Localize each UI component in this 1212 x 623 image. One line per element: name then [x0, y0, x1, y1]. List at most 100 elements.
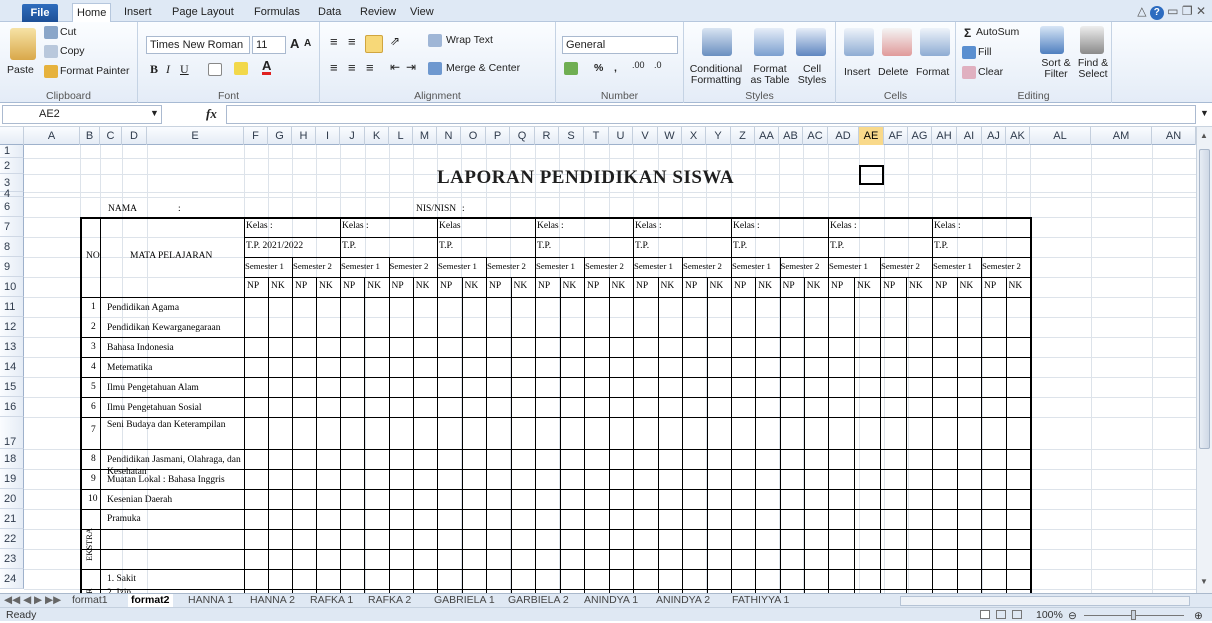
bold-icon[interactable]: B	[150, 62, 158, 77]
column-header-f[interactable]: F	[244, 127, 268, 145]
column-header-aj[interactable]: AJ	[982, 127, 1006, 145]
sheet-tab-anindya-2[interactable]: ANINDYA 2	[656, 594, 710, 608]
sheet-tab-format1[interactable]: format1	[72, 594, 108, 608]
column-header-d[interactable]: D	[122, 127, 147, 145]
zoom-level[interactable]: 100%	[1036, 608, 1063, 622]
sheet-tab-rafka-2[interactable]: RAFKA 2	[368, 594, 411, 608]
sheet-tab-format2[interactable]: format2	[128, 594, 173, 608]
row-header-24[interactable]: 24	[0, 569, 24, 589]
column-header-o[interactable]: O	[461, 127, 486, 145]
column-header-w[interactable]: W	[658, 127, 682, 145]
row-header-21[interactable]: 21	[0, 509, 24, 529]
find-select-button[interactable]: Find & Select	[1074, 58, 1112, 80]
zoom-slider-thumb[interactable]	[1131, 610, 1136, 620]
merge-icon[interactable]	[428, 62, 442, 75]
row-header-13[interactable]: 13	[0, 337, 24, 357]
font-size-select[interactable]: 11	[252, 36, 286, 54]
tab-insert[interactable]: Insert	[120, 3, 156, 22]
column-header-t[interactable]: T	[584, 127, 609, 145]
column-header-v[interactable]: V	[633, 127, 658, 145]
shrink-font-icon[interactable]: A	[304, 38, 311, 49]
column-header-q[interactable]: Q	[510, 127, 535, 145]
column-header-an[interactable]: AN	[1152, 127, 1196, 145]
row-header-11[interactable]: 11	[0, 297, 24, 317]
row-header-19[interactable]: 19	[0, 469, 24, 489]
column-header-n[interactable]: N	[437, 127, 461, 145]
sheet-nav-icons[interactable]: ◀◀ ◀ ▶ ▶▶	[4, 594, 61, 608]
decrease-decimal-icon[interactable]: .0	[654, 60, 662, 70]
format-cells-icon[interactable]	[920, 28, 950, 56]
align-bottom-icon[interactable]	[365, 35, 383, 53]
insert-button[interactable]: Insert	[844, 66, 870, 78]
select-all-corner[interactable]	[0, 127, 24, 145]
conditional-formatting-button[interactable]: Conditional Formatting	[686, 64, 746, 86]
row-header-7[interactable]: 7	[0, 217, 24, 237]
fill-icon[interactable]	[962, 46, 976, 59]
sheet-tab-anindya-1[interactable]: ANINDYA 1	[584, 594, 638, 608]
copy-button[interactable]: Copy	[60, 45, 85, 57]
row-header-1[interactable]: 1	[0, 145, 24, 158]
row-header-12[interactable]: 12	[0, 317, 24, 337]
column-header-af[interactable]: AF	[884, 127, 908, 145]
format-painter-button[interactable]: Format Painter	[60, 65, 129, 77]
outdent-icon[interactable]: ⇥	[406, 60, 416, 74]
borders-icon[interactable]	[208, 63, 222, 76]
orientation-icon[interactable]: ⇗	[390, 34, 400, 48]
row-header-2[interactable]: 2	[0, 158, 24, 174]
column-header-ad[interactable]: AD	[828, 127, 859, 145]
row-header-20[interactable]: 20	[0, 489, 24, 509]
italic-icon[interactable]: I	[166, 62, 170, 77]
cell-styles-icon[interactable]	[796, 28, 826, 56]
column-header-x[interactable]: X	[682, 127, 706, 145]
delete-cells-icon[interactable]	[882, 28, 912, 56]
insert-cells-icon[interactable]	[844, 28, 874, 56]
paste-button[interactable]: Paste	[7, 64, 34, 76]
conditional-formatting-icon[interactable]	[702, 28, 732, 56]
sheet-tab-fathiyya-1[interactable]: FATHIYYA 1	[732, 594, 789, 608]
tab-page-layout[interactable]: Page Layout	[168, 3, 238, 22]
format-as-table-icon[interactable]	[754, 28, 784, 56]
underline-icon[interactable]: U	[180, 62, 189, 77]
increase-decimal-icon[interactable]: .00	[632, 60, 645, 70]
column-header-m[interactable]: M	[413, 127, 437, 145]
normal-view-icon[interactable]	[980, 610, 990, 619]
column-header-ak[interactable]: AK	[1006, 127, 1030, 145]
cut-icon[interactable]	[44, 26, 58, 39]
column-header-i[interactable]: I	[316, 127, 340, 145]
column-header-b[interactable]: B	[80, 127, 100, 145]
close-window-icon[interactable]: ✕	[1196, 4, 1206, 18]
column-header-k[interactable]: K	[365, 127, 389, 145]
wrap-text-icon[interactable]	[428, 34, 442, 47]
autosum-icon[interactable]: Σ	[964, 26, 971, 40]
row-header-10[interactable]: 10	[0, 277, 24, 297]
format-button[interactable]: Format	[916, 66, 949, 78]
align-middle-icon[interactable]: ≡	[348, 34, 356, 49]
page-layout-view-icon[interactable]	[996, 610, 1006, 619]
sheet-tab-hanna-1[interactable]: HANNA 1	[188, 594, 233, 608]
sheet-tab-hanna-2[interactable]: HANNA 2	[250, 594, 295, 608]
column-header-j[interactable]: J	[340, 127, 365, 145]
tab-formulas[interactable]: Formulas	[250, 3, 304, 22]
column-header-l[interactable]: L	[389, 127, 413, 145]
format-painter-icon[interactable]	[44, 65, 58, 78]
minimize-ribbon-icon[interactable]: △	[1137, 4, 1146, 18]
sheet-tab-gabriela-1[interactable]: GABRIELA 1	[434, 594, 495, 608]
column-header-y[interactable]: Y	[706, 127, 731, 145]
cut-button[interactable]: Cut	[60, 26, 76, 38]
sheet-tab-rafka-1[interactable]: RAFKA 1	[310, 594, 353, 608]
delete-button[interactable]: Delete	[878, 66, 908, 78]
row-header-15[interactable]: 15	[0, 377, 24, 397]
column-header-z[interactable]: Z	[731, 127, 755, 145]
percent-icon[interactable]: %	[594, 62, 603, 74]
minimize-window-icon[interactable]: ▭	[1167, 4, 1178, 18]
expand-formula-icon[interactable]: ▼	[1200, 108, 1209, 118]
column-header-ah[interactable]: AH	[932, 127, 957, 145]
horizontal-scrollbar[interactable]	[900, 596, 1190, 606]
format-as-table-button[interactable]: Format as Table	[748, 64, 792, 86]
paste-icon[interactable]	[10, 28, 36, 60]
column-header-ac[interactable]: AC	[803, 127, 828, 145]
namebox-dropdown-icon[interactable]: ▼	[150, 108, 159, 118]
font-name-select[interactable]: Times New Roman	[146, 36, 250, 54]
cell-styles-button[interactable]: Cell Styles	[792, 64, 832, 86]
tab-file[interactable]: File	[22, 4, 58, 22]
